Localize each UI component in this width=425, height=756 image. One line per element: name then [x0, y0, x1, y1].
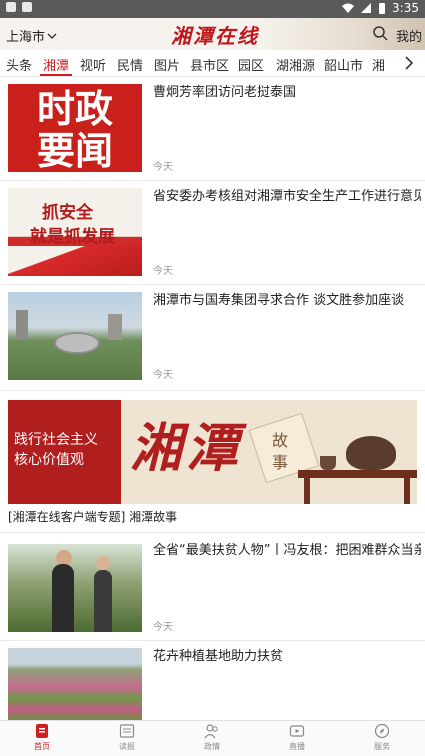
teacup-graphic: [320, 456, 336, 470]
list-item[interactable]: 湘潭市与国寿集团寻求合作 谈文胜参加座谈 今天: [0, 288, 425, 388]
tab-counties[interactable]: 县市区: [190, 55, 229, 74]
list-item[interactable]: 全省“最美扶贫人物”丨冯友根：把困难群众当亲人 今天: [0, 540, 425, 640]
stadium-graphic: [54, 332, 100, 354]
news-thumbnail: 时政 要闻: [8, 84, 142, 172]
tab-huxiang[interactable]: 湖湘源: [276, 55, 315, 74]
news-thumbnail: [8, 292, 142, 380]
tabs-more-button[interactable]: [393, 50, 425, 76]
news-title: 湘潭市与国寿集团寻求合作 谈文胜参加座谈: [153, 293, 405, 308]
news-thumbnail: [8, 544, 142, 632]
app-header: 上海市 湘潭在线 我的: [0, 18, 425, 50]
banner-caption[interactable]: [湘潭在线客户端专题] 湘潭故事: [8, 508, 177, 525]
app-notification-icon: [22, 2, 32, 12]
news-time: 今天: [153, 622, 173, 633]
news-thumbnail: 抓安全 就是抓发展: [8, 188, 142, 276]
people-icon: [204, 724, 218, 739]
news-time: 今天: [153, 162, 173, 173]
banner-slogan-box: 践行社会主义 核心价值观: [8, 400, 121, 504]
news-title: 省安委办考核组对湘潭市安全生产工作进行意见反馈: [153, 189, 421, 204]
battery-icon: [379, 2, 386, 14]
tab-xiangtan[interactable]: 湘潭: [43, 55, 69, 74]
list-item[interactable]: 抓安全 就是抓发展 省安委办考核组对湘潭市安全生产工作进行意见反馈 今天: [0, 184, 425, 284]
list-item[interactable]: 时政 要闻 曹炯芳率团访问老挝泰国 今天: [0, 80, 425, 180]
news-thumbnail: [8, 648, 142, 720]
app-logo: 湘潭在线: [171, 23, 259, 48]
wifi-icon: [342, 3, 355, 13]
tab-parks[interactable]: 园区: [238, 55, 264, 74]
status-time: 3:35: [392, 1, 419, 15]
list-item[interactable]: 花卉种植基地助力扶贫: [0, 644, 425, 720]
news-title: 曹炯芳率团访问老挝泰国: [153, 85, 297, 100]
divider: [0, 532, 425, 533]
divider: [0, 284, 425, 285]
tab-more-partial[interactable]: 湘: [372, 55, 385, 74]
nav-government[interactable]: 政情: [192, 723, 232, 756]
banner-scroll-text: 故事: [271, 431, 288, 472]
news-time: 今天: [153, 370, 173, 381]
feature-banner[interactable]: 践行社会主义 核心价值观 湘潭 故事: [8, 400, 417, 504]
live-play-icon: [289, 725, 305, 737]
divider: [0, 180, 425, 181]
nav-services[interactable]: 服务: [362, 723, 402, 756]
nav-newspaper[interactable]: 读报: [107, 723, 147, 756]
tab-shaoshan[interactable]: 韶山市: [324, 55, 363, 74]
bottom-nav: 首页 读报 政情 直播 服务: [0, 720, 425, 756]
table-graphic: [298, 470, 417, 478]
tab-public-opinion[interactable]: 民情: [117, 55, 143, 74]
nav-live[interactable]: 直播: [277, 723, 317, 756]
divider: [0, 390, 425, 391]
location-label: 上海市: [6, 30, 46, 45]
news-title: 花卉种植基地助力扶贫: [153, 649, 284, 664]
compass-icon: [374, 723, 390, 739]
active-tab-indicator: [40, 74, 72, 76]
chevron-right-icon: [405, 56, 414, 70]
tab-pictures[interactable]: 图片: [154, 55, 180, 74]
notification-icon: [6, 2, 16, 12]
tab-headline[interactable]: 头条: [6, 55, 32, 74]
newspaper-icon: [119, 724, 135, 738]
search-icon[interactable]: [372, 25, 388, 41]
mine-button[interactable]: 我的: [396, 26, 422, 45]
chevron-down-icon: [47, 33, 57, 39]
status-bar: 3:35: [0, 0, 425, 18]
news-time: 今天: [153, 266, 173, 277]
tab-video[interactable]: 视听: [80, 55, 106, 74]
location-selector[interactable]: 上海市: [6, 26, 57, 45]
channel-tabs: 头条 湘潭 视听 民情 图片 县市区 园区 湖湘源 韶山市 湘: [0, 50, 425, 77]
home-icon: [36, 724, 48, 738]
nav-home[interactable]: 首页: [22, 723, 62, 756]
teapot-graphic: [346, 436, 396, 470]
divider: [0, 640, 425, 641]
banner-title: 湘潭: [130, 418, 243, 479]
ribbon-graphic: [8, 246, 142, 276]
news-title: 全省“最美扶贫人物”丨冯友根：把困难群众当亲人: [153, 543, 421, 558]
signal-icon: [361, 3, 372, 13]
